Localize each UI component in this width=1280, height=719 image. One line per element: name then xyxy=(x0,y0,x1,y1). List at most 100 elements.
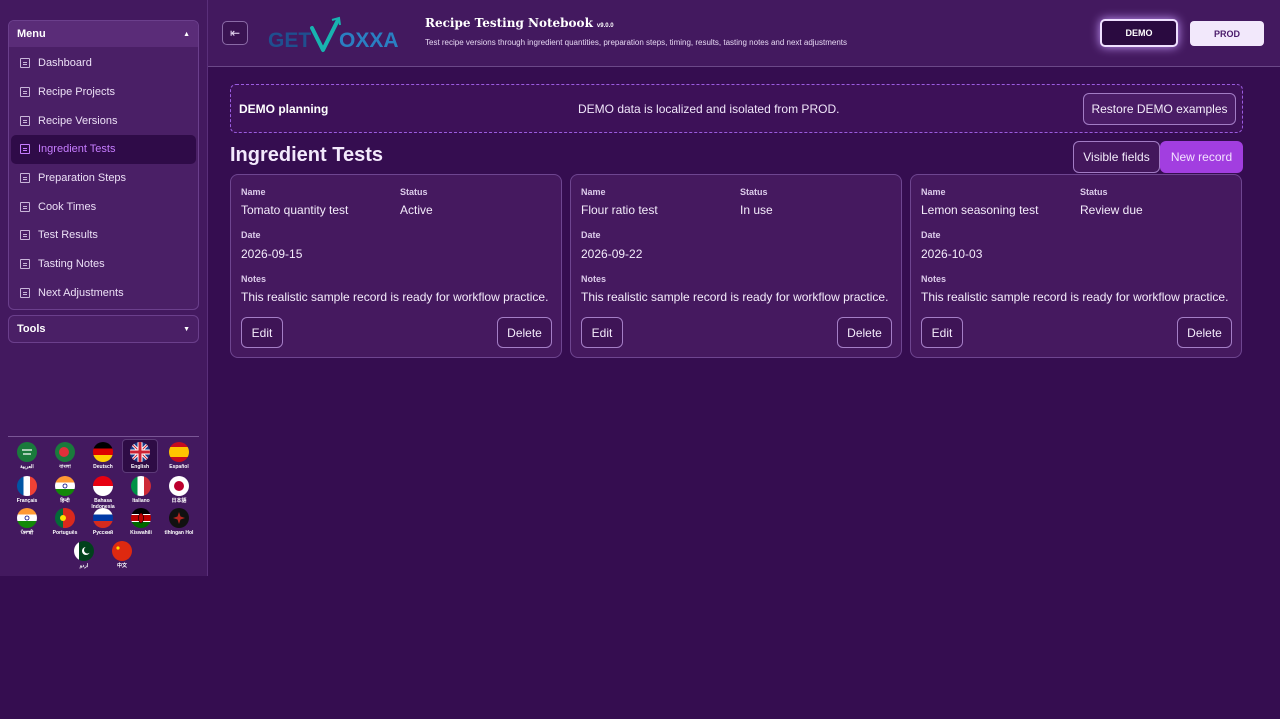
language-japanese[interactable]: 日本語 xyxy=(161,476,197,504)
sidebar-item-label: Next Adjustments xyxy=(38,286,124,299)
india-flag-icon xyxy=(17,508,37,528)
document-icon xyxy=(20,201,30,212)
language-label: 日本語 xyxy=(171,498,187,504)
saudi-flag-icon xyxy=(17,442,37,462)
sidebar-item-label: Recipe Projects xyxy=(38,86,116,99)
name-label: Name xyxy=(921,187,946,197)
menu-header[interactable]: Menu ▲ xyxy=(9,21,198,47)
sidebar-item-next-adjustments[interactable]: Next Adjustments xyxy=(11,279,196,308)
sidebar-item-preparation-steps[interactable]: Preparation Steps xyxy=(11,164,196,193)
sidebar-item-recipe-projects[interactable]: Recipe Projects xyxy=(11,78,196,107)
language-label: tlhIngan Hol xyxy=(164,530,194,536)
language-chinese[interactable]: 中文 xyxy=(104,541,140,569)
app-version: v9.0.0 xyxy=(596,23,614,29)
record-status: Active xyxy=(400,203,433,217)
language-russian[interactable]: Русский xyxy=(85,508,121,536)
indonesia-flag-icon xyxy=(93,476,113,496)
sidebar-item-ingredient-tests[interactable]: Ingredient Tests xyxy=(11,135,196,164)
record-name: Tomato quantity test xyxy=(241,203,349,217)
status-label: Status xyxy=(1080,187,1108,197)
language-portuguese[interactable]: Português xyxy=(47,508,83,536)
page-title: Ingredient Tests xyxy=(230,144,383,166)
delete-button[interactable]: Delete xyxy=(497,317,552,348)
language-italian[interactable]: Italiano xyxy=(123,476,159,504)
record-status: In use xyxy=(740,203,773,217)
sidebar-item-label: Tasting Notes xyxy=(38,258,105,271)
demo-button[interactable]: DEMO xyxy=(1100,19,1178,47)
uk-flag-icon xyxy=(130,442,150,462)
language-punjabi[interactable]: ਪੰਜਾਬੀ xyxy=(9,508,45,536)
sidebar-item-cook-times[interactable]: Cook Times xyxy=(11,192,196,221)
language-german[interactable]: Deutsch xyxy=(85,442,121,470)
language-klingon[interactable]: tlhIngan Hol xyxy=(161,508,197,536)
language-label: Русский xyxy=(92,530,114,536)
sidebar-item-label: Cook Times xyxy=(38,200,97,213)
document-icon xyxy=(20,87,30,98)
app-subtitle: Test recipe versions through ingredient … xyxy=(425,38,848,47)
language-label: Français xyxy=(16,498,38,504)
sidebar-item-label: Ingredient Tests xyxy=(38,143,116,156)
document-icon xyxy=(20,144,30,155)
language-spanish[interactable]: Español xyxy=(161,442,197,470)
prod-button[interactable]: PROD xyxy=(1190,21,1264,46)
record-date: 2026-09-22 xyxy=(581,247,643,261)
status-label: Status xyxy=(740,187,768,197)
china-flag-icon xyxy=(112,541,132,561)
collapse-sidebar-icon[interactable]: ⇤ xyxy=(222,21,248,45)
language-label: Deutsch xyxy=(93,464,113,470)
language-label: Kiswahili xyxy=(130,530,152,536)
language-hindi[interactable]: हिन्दी xyxy=(47,476,83,504)
tools-title: Tools xyxy=(17,323,46,335)
sidebar-item-test-results[interactable]: Test Results xyxy=(11,221,196,250)
language-french[interactable]: Français xyxy=(9,476,45,504)
visible-fields-button[interactable]: Visible fields xyxy=(1073,141,1160,173)
record-date: 2026-09-15 xyxy=(241,247,303,261)
language-label: English xyxy=(130,464,150,470)
document-icon xyxy=(20,58,30,69)
sidebar-item-recipe-versions[interactable]: Recipe Versions xyxy=(11,106,196,135)
record-card: Name Status Lemon seasoning test Review … xyxy=(910,174,1242,358)
new-record-button[interactable]: New record xyxy=(1160,141,1243,173)
language-swahili[interactable]: Kiswahili xyxy=(123,508,159,536)
delete-button[interactable]: Delete xyxy=(1177,317,1232,348)
record-notes: This realistic sample record is ready fo… xyxy=(241,290,549,304)
language-arabic[interactable]: العربية xyxy=(9,442,45,470)
logo-text-right: OXXA xyxy=(339,29,399,52)
document-icon xyxy=(20,173,30,184)
app-title: Recipe Testing Notebook v9.0.0 xyxy=(425,16,614,30)
record-card: Name Status Tomato quantity test Active … xyxy=(230,174,562,358)
language-english[interactable]: English xyxy=(122,439,158,473)
italy-flag-icon xyxy=(131,476,151,496)
language-urdu[interactable]: اردو xyxy=(66,541,102,569)
edit-button[interactable]: Edit xyxy=(241,317,283,348)
bangladesh-flag-icon xyxy=(55,442,75,462)
record-date: 2026-10-03 xyxy=(921,247,983,261)
caret-down-icon: ▼ xyxy=(183,325,190,333)
spain-flag-icon xyxy=(169,442,189,462)
restore-demo-button[interactable]: Restore DEMO examples xyxy=(1083,93,1236,125)
record-status: Review due xyxy=(1080,203,1143,217)
notes-label: Notes xyxy=(581,274,607,284)
logo-text-left: GET xyxy=(268,29,311,52)
edit-button[interactable]: Edit xyxy=(581,317,623,348)
banner-title: DEMO planning xyxy=(239,102,329,116)
name-label: Name xyxy=(581,187,606,197)
delete-button[interactable]: Delete xyxy=(837,317,892,348)
notes-label: Notes xyxy=(921,274,947,284)
india-flag-icon xyxy=(55,476,75,496)
language-bengali[interactable]: বাংলা xyxy=(47,442,83,470)
language-label: 中文 xyxy=(116,563,127,569)
sidebar: Menu ▲ Dashboard Recipe Projects Recipe … xyxy=(0,0,208,576)
kenya-flag-icon xyxy=(131,508,151,528)
language-indonesian[interactable]: Bahasa Indonesia xyxy=(85,476,121,510)
tools-header[interactable]: Tools ▼ xyxy=(8,315,199,343)
document-icon xyxy=(20,259,30,270)
language-label: Português xyxy=(52,530,78,536)
name-label: Name xyxy=(241,187,266,197)
france-flag-icon xyxy=(17,476,37,496)
sidebar-item-tasting-notes[interactable]: Tasting Notes xyxy=(11,250,196,279)
record-card: Name Status Flour ratio test In use Date… xyxy=(570,174,902,358)
sidebar-item-dashboard[interactable]: Dashboard xyxy=(11,49,196,78)
menu-panel: Menu ▲ Dashboard Recipe Projects Recipe … xyxy=(8,20,199,310)
edit-button[interactable]: Edit xyxy=(921,317,963,348)
